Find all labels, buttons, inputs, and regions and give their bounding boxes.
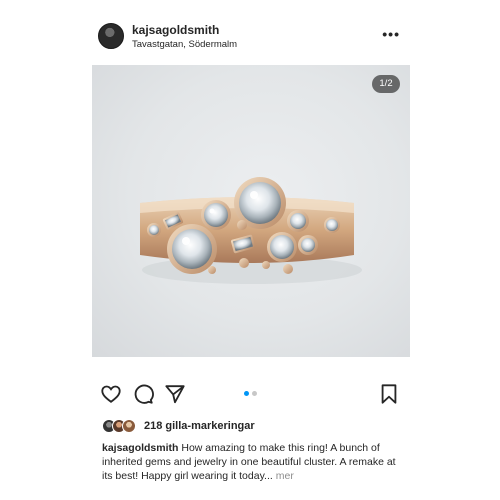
post-header: kajsagoldsmith Tavastgatan, Södermalm ••… bbox=[92, 17, 410, 55]
liker-avatar[interactable] bbox=[122, 419, 136, 433]
post-caption: kajsagoldsmith How amazing to make this … bbox=[102, 441, 402, 483]
username-link[interactable]: kajsagoldsmith bbox=[132, 23, 219, 37]
caption-username[interactable]: kajsagoldsmith bbox=[102, 442, 178, 454]
share-icon[interactable] bbox=[164, 383, 186, 405]
carousel-indicator bbox=[244, 391, 258, 397]
likes-count[interactable]: 218 gilla-markeringar bbox=[144, 420, 255, 432]
instagram-post: kajsagoldsmith Tavastgatan, Södermalm ••… bbox=[92, 17, 410, 482]
carousel-counter: 1/2 bbox=[372, 75, 400, 93]
more-options-icon[interactable]: ••• bbox=[382, 26, 400, 42]
carousel-dot bbox=[252, 391, 257, 396]
profile-avatar[interactable] bbox=[98, 23, 124, 49]
location-link[interactable]: Tavastgatan, Södermalm bbox=[132, 39, 237, 50]
bookmark-icon[interactable] bbox=[378, 383, 400, 405]
post-photo[interactable]: 1/2 bbox=[92, 65, 410, 357]
carousel-dot-active bbox=[244, 391, 249, 396]
comment-icon[interactable] bbox=[132, 383, 154, 405]
caption-more-link[interactable]: mer bbox=[276, 470, 294, 482]
ring-image bbox=[140, 177, 362, 284]
action-bar bbox=[92, 383, 410, 407]
likes-row: 218 gilla-markeringar bbox=[102, 419, 402, 435]
heart-icon[interactable] bbox=[100, 383, 122, 405]
